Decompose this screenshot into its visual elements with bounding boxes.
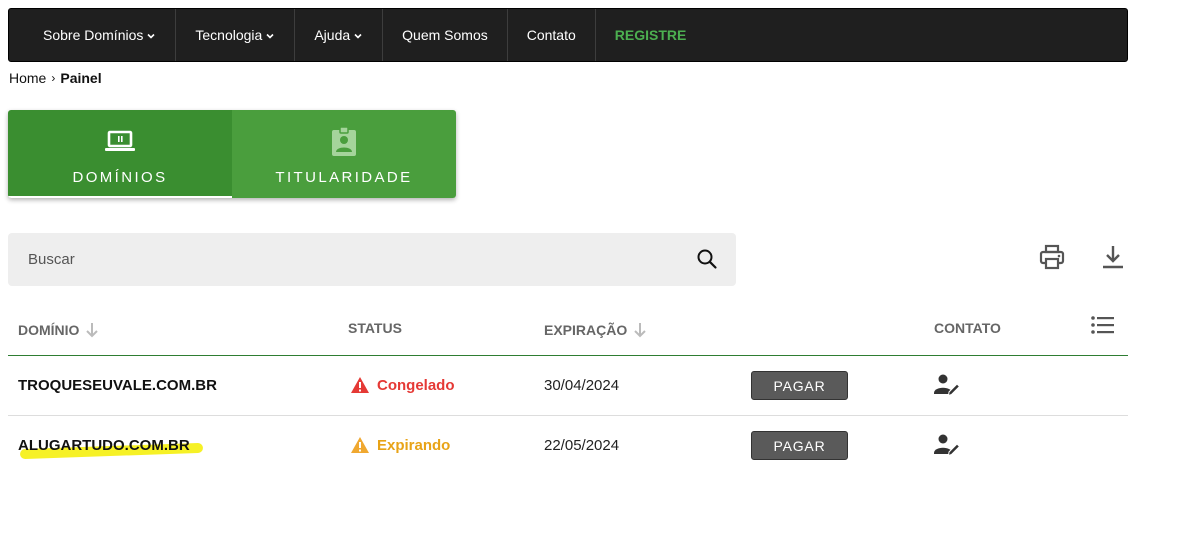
chevron-down-icon <box>147 33 155 39</box>
badge-icon <box>332 127 356 156</box>
status-cell: Congelado <box>350 356 455 414</box>
warning-icon <box>351 437 369 453</box>
column-header-contact: CONTATO <box>934 320 1001 336</box>
breadcrumb-separator: › <box>51 71 56 85</box>
nav-item-label: Quem Somos <box>402 27 488 43</box>
tab-dominios[interactable]: DOMÍNIOS <box>8 110 232 198</box>
status-text: Expirando <box>377 436 451 454</box>
chevron-down-icon <box>354 33 362 39</box>
expiry-cell: 30/04/2024 <box>544 356 619 414</box>
nav-item-label: Ajuda <box>314 27 351 43</box>
column-header-expiry[interactable]: EXPIRAÇÃO <box>544 322 647 338</box>
nav-item-ajuda[interactable]: Ajuda <box>295 9 384 61</box>
nav-item-registre[interactable]: REGISTRE <box>596 9 706 61</box>
nav-item-quem-somos[interactable]: Quem Somos <box>383 9 508 61</box>
search-bar <box>8 233 736 286</box>
column-label: STATUS <box>348 320 402 336</box>
pay-button[interactable]: PAGAR <box>751 431 848 460</box>
nav-item-contato[interactable]: Contato <box>508 9 596 61</box>
nav-item-label: Contato <box>526 27 576 43</box>
edit-contact-icon[interactable] <box>933 373 961 397</box>
search-input[interactable] <box>28 251 668 268</box>
expiry-cell: 22/05/2024 <box>544 416 619 474</box>
table-row: TROQUESEUVALE.COM.BR Congelado 30/04/202… <box>8 356 1128 416</box>
nav-item-tecnologia[interactable]: Tecnologia <box>176 9 296 61</box>
pay-button[interactable]: PAGAR <box>751 371 848 400</box>
sort-arrow-down-icon <box>634 323 646 338</box>
sort-arrow-down-icon <box>86 323 99 338</box>
tab-label: DOMÍNIOS <box>72 169 168 186</box>
domain-cell[interactable]: ALUGARTUDO.COM.BR <box>18 416 204 474</box>
nav-item-label: Sobre Domínios <box>43 27 144 43</box>
download-icon[interactable] <box>1099 243 1127 271</box>
top-navigation: Sobre Domínios Tecnologia Ajuda Quem Som… <box>8 8 1128 62</box>
table-row: ALUGARTUDO.COM.BR Expirando 22/05/2024 P… <box>8 416 1128 476</box>
list-icon[interactable] <box>1090 314 1116 336</box>
domain-cell[interactable]: TROQUESEUVALE.COM.BR <box>18 356 217 414</box>
tab-label: TITULARIDADE <box>275 169 413 186</box>
breadcrumb: Home › Painel <box>9 70 102 86</box>
column-label: DOMÍNIO <box>18 322 80 338</box>
status-cell: Expirando <box>350 416 450 474</box>
status-text: Congelado <box>377 376 455 394</box>
expiry-date: 30/04/2024 <box>544 376 620 394</box>
nav-item-sobre-dominios[interactable]: Sobre Domínios <box>9 9 177 61</box>
nav-item-label: Tecnologia <box>195 27 263 43</box>
breadcrumb-current: Painel <box>60 70 102 86</box>
column-header-status: STATUS <box>348 320 402 336</box>
search-icon[interactable] <box>696 248 718 270</box>
chevron-down-icon <box>266 33 274 39</box>
domain-name: ALUGARTUDO.COM.BR <box>18 436 190 454</box>
breadcrumb-home[interactable]: Home <box>9 70 46 86</box>
column-label: CONTATO <box>934 320 1001 336</box>
print-icon[interactable] <box>1038 243 1066 271</box>
edit-contact-icon[interactable] <box>933 433 961 457</box>
domain-name: TROQUESEUVALE.COM.BR <box>18 376 217 394</box>
tab-titularidade[interactable]: TITULARIDADE <box>232 110 456 198</box>
warning-icon <box>351 377 369 393</box>
column-label: EXPIRAÇÃO <box>544 322 628 338</box>
column-header-domain[interactable]: DOMÍNIO <box>18 322 99 338</box>
expiry-date: 22/05/2024 <box>544 436 620 454</box>
register-label: REGISTRE <box>614 27 687 43</box>
table-header: DOMÍNIO STATUS EXPIRAÇÃO CONTATO <box>8 300 1128 356</box>
panel-tabs: DOMÍNIOS TITULARIDADE <box>8 110 456 198</box>
laptop-icon <box>105 130 135 151</box>
